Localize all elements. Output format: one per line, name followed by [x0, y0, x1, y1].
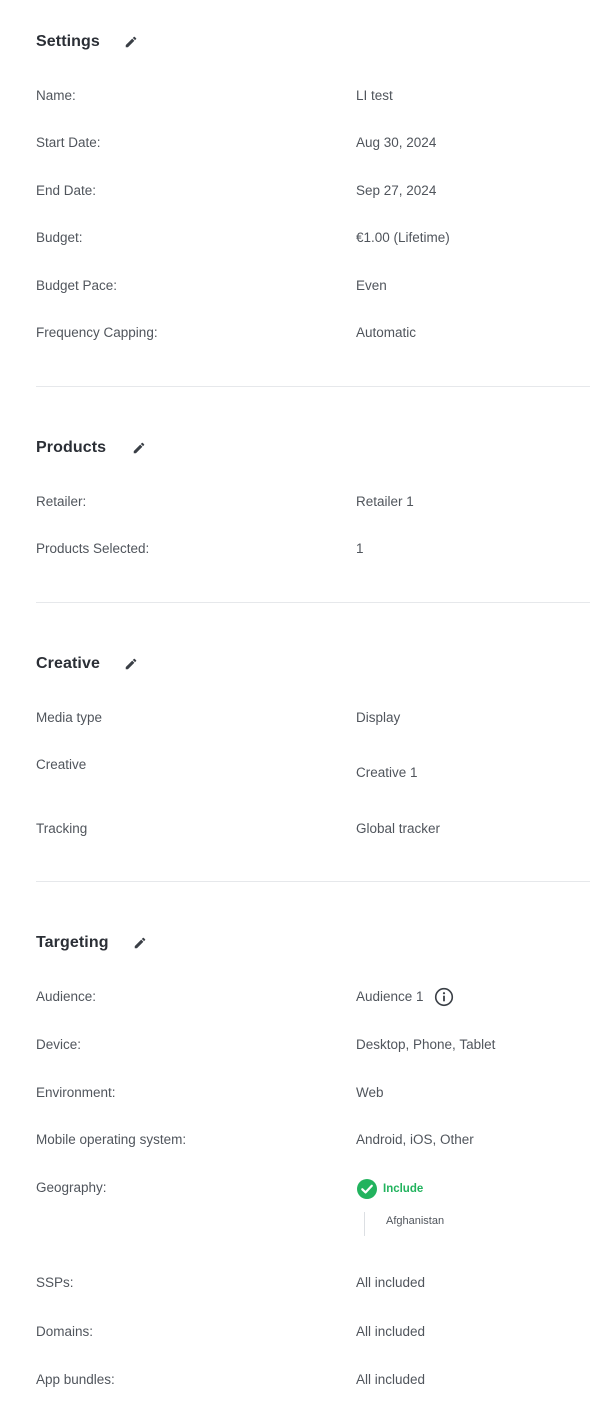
edit-products-pencil-icon[interactable] — [130, 439, 148, 457]
products-row-products-selected: Products Selected: 1 — [36, 539, 590, 559]
row-label: Tracking — [36, 821, 88, 836]
row-value: LI test — [356, 88, 393, 103]
row-value: Even — [356, 278, 387, 293]
row-label: Products Selected: — [36, 541, 150, 556]
settings-row-budget-pace: Budget Pace: Even — [36, 276, 590, 296]
row-label: SSPs: — [36, 1275, 74, 1290]
row-value: Audience 1 — [356, 989, 424, 1004]
targeting-row-app-bundles: App bundles: All included — [36, 1370, 590, 1390]
row-label: Device: — [36, 1037, 82, 1052]
row-value: Desktop, Phone, Tablet — [356, 1037, 496, 1052]
creative-row-media-type: Media type Display — [36, 708, 590, 728]
row-value: All included — [356, 1372, 426, 1387]
row-label: Environment: — [36, 1085, 116, 1100]
row-label: Budget: — [36, 230, 83, 245]
row-value: Automatic — [356, 325, 417, 340]
creative-header: Creative — [36, 655, 140, 673]
row-value: €1.00 (Lifetime) — [356, 230, 450, 245]
edit-creative-pencil-icon[interactable] — [122, 655, 140, 673]
targeting-row-ssps: SSPs: All included — [36, 1273, 590, 1293]
products-title: Products — [36, 439, 107, 456]
row-value: Aug 30, 2024 — [356, 135, 437, 150]
row-label: Mobile operating system: — [36, 1132, 187, 1147]
row-label: Media type — [36, 710, 103, 725]
settings-row-budget: Budget: €1.00 (Lifetime) — [36, 228, 590, 248]
creative-title: Creative — [36, 655, 100, 672]
targeting-row-geography: Geography: — [36, 1178, 590, 1198]
row-label: Audience: — [36, 989, 97, 1004]
row-value: 1 — [356, 541, 364, 556]
row-label: Start Date: — [36, 135, 101, 150]
row-label: Budget Pace: — [36, 278, 118, 293]
row-value: All included — [356, 1324, 426, 1339]
edit-settings-pencil-icon[interactable] — [122, 33, 140, 51]
section-divider — [36, 881, 590, 882]
campaign-summary-page: Settings Name: LI test Start Date: Aug 3… — [0, 0, 590, 1406]
settings-row-name: Name: LI test — [36, 86, 590, 106]
row-label: Domains: — [36, 1324, 94, 1339]
row-label: Creative — [36, 757, 87, 772]
section-divider — [36, 386, 590, 387]
row-value: Retailer 1 — [356, 494, 414, 509]
row-label: End Date: — [36, 183, 97, 198]
settings-row-end-date: End Date: Sep 27, 2024 — [36, 181, 590, 201]
products-header: Products — [36, 439, 148, 457]
creative-row-tracking: Tracking Global tracker — [36, 819, 590, 839]
settings-header: Settings — [36, 33, 140, 51]
row-value: All included — [356, 1275, 426, 1290]
targeting-row-environment: Environment: Web — [36, 1083, 590, 1103]
targeting-title: Targeting — [36, 934, 109, 951]
targeting-row-domains: Domains: All included — [36, 1322, 590, 1342]
row-label: App bundles: — [36, 1372, 115, 1387]
include-label: Include — [383, 1183, 424, 1195]
row-value: Creative 1 — [356, 765, 418, 780]
row-label: Frequency Capping: — [36, 325, 158, 340]
targeting-row-mobile-os: Mobile operating system: Android, iOS, O… — [36, 1130, 590, 1150]
row-value: Web — [356, 1085, 384, 1100]
settings-row-start-date: Start Date: Aug 30, 2024 — [36, 133, 590, 153]
row-label: Geography: — [36, 1180, 107, 1195]
row-value: Sep 27, 2024 — [356, 183, 437, 198]
geography-include-status: Include — [356, 1178, 423, 1200]
products-row-retailer: Retailer: Retailer 1 — [36, 492, 590, 512]
section-divider — [36, 602, 590, 603]
geography-country: Afghanistan — [386, 1215, 445, 1227]
targeting-row-device: Device: Desktop, Phone, Tablet — [36, 1035, 590, 1055]
settings-title: Settings — [36, 33, 100, 50]
creative-row-creative: Creative Creative 1 — [36, 755, 590, 780]
row-label: Retailer: — [36, 494, 87, 509]
check-circle-icon — [356, 1178, 378, 1200]
geography-tree-line — [364, 1212, 365, 1236]
row-value: Display — [356, 710, 401, 725]
targeting-row-audience: Audience: Audience 1 — [36, 987, 590, 1007]
row-value: Android, iOS, Other — [356, 1132, 474, 1147]
targeting-header: Targeting — [36, 934, 149, 952]
row-label: Name: — [36, 88, 76, 103]
audience-info-icon[interactable] — [434, 987, 454, 1007]
settings-row-frequency-capping: Frequency Capping: Automatic — [36, 323, 590, 343]
edit-targeting-pencil-icon[interactable] — [131, 934, 149, 952]
row-value: Global tracker — [356, 821, 441, 836]
